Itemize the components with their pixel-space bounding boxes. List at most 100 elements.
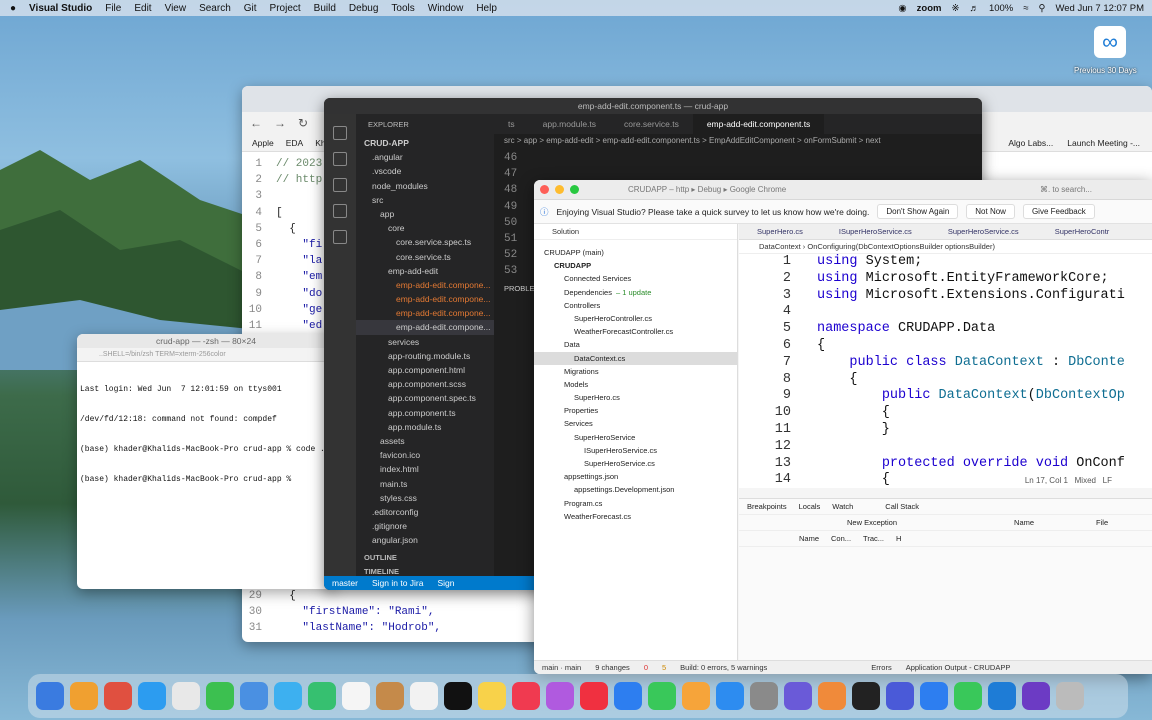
solution-item[interactable]: WeatherForecast.cs <box>534 510 737 523</box>
solution-item[interactable]: Models <box>534 378 737 391</box>
code-line[interactable]: 3 using Microsoft.Extensions.Configurati <box>739 288 1152 305</box>
solution-item[interactable]: Data <box>534 338 737 351</box>
explorer-item[interactable]: emp-add-edit.compone... <box>356 306 494 320</box>
menu-edit[interactable]: Edit <box>134 3 151 14</box>
dock-app-icon[interactable] <box>818 682 846 710</box>
bookmark-eda[interactable]: EDA <box>286 138 303 148</box>
dock-app-icon[interactable] <box>342 682 370 710</box>
warning-count[interactable]: 5 <box>662 663 666 672</box>
solution-item[interactable]: Controllers <box>534 299 737 312</box>
solution-item[interactable]: Connected Services <box>534 272 737 285</box>
explorer-item[interactable]: styles.css <box>356 491 494 505</box>
menu-view[interactable]: View <box>165 3 187 14</box>
explorer-item[interactable]: app.component.html <box>356 363 494 377</box>
apple-icon[interactable]: ● <box>10 3 16 14</box>
explorer-item[interactable]: app-routing.module.ts <box>356 349 494 363</box>
volume-icon[interactable]: ♬ <box>969 3 979 14</box>
cursor-position[interactable]: Ln 17, Col 1 <box>1025 476 1068 485</box>
dock-app-icon[interactable] <box>1022 682 1050 710</box>
code-line[interactable]: 8 { <box>739 372 1152 389</box>
code-line[interactable]: 1 using System; <box>739 254 1152 271</box>
code-line[interactable]: 6{ <box>739 338 1152 355</box>
visual-studio-window[interactable]: CRUDAPP – http ▸ Debug ▸ Google Chrome ⌘… <box>534 180 1152 674</box>
jira-signin[interactable]: Sign in to Jira <box>372 578 424 588</box>
explorer-item[interactable]: angular.json <box>356 533 494 547</box>
explorer-item[interactable]: .gitignore <box>356 519 494 533</box>
explorer-item[interactable]: app.component.spec.ts <box>356 391 494 405</box>
branch-status[interactable]: master <box>332 578 358 588</box>
battery-level[interactable]: 100% <box>989 3 1013 14</box>
solution-item[interactable]: SuperHeroController.cs <box>534 312 737 325</box>
outline-section[interactable]: OUTLINE <box>364 553 397 562</box>
bookmark-launch-meeting[interactable]: Launch Meeting -... <box>1067 138 1140 148</box>
dock-app-icon[interactable] <box>954 682 982 710</box>
error-count[interactable]: 0 <box>644 663 648 672</box>
zoom-button[interactable] <box>570 185 579 194</box>
back-icon[interactable]: ← <box>250 116 262 130</box>
solution-item[interactable]: ISuperHeroService.cs <box>534 444 737 457</box>
dock-app-icon[interactable] <box>546 682 574 710</box>
menu-window[interactable]: Window <box>428 3 464 14</box>
tab-isuperheroservice[interactable]: ISuperHeroService.cs <box>821 227 930 236</box>
call-stack-tab[interactable]: Call Stack <box>885 502 919 511</box>
solution-item[interactable]: appsettings.json <box>534 470 737 483</box>
breadcrumb[interactable]: src > app > emp-add-edit > emp-add-edit.… <box>494 134 982 148</box>
update-badge[interactable]: – 1 update <box>616 288 651 297</box>
indent-mode[interactable]: Mixed <box>1075 476 1096 485</box>
dock-app-icon[interactable] <box>444 682 472 710</box>
solution-item[interactable]: Dependencies – 1 update <box>534 286 737 299</box>
explorer-icon[interactable] <box>333 126 347 140</box>
app-output-button[interactable]: Application Output - CRUDAPP <box>906 663 1011 672</box>
dock-app-icon[interactable] <box>138 682 166 710</box>
explorer-item[interactable]: app <box>356 207 494 221</box>
code-line[interactable]: 12 <box>739 439 1152 456</box>
tab-superheroservice[interactable]: SuperHeroService.cs <box>930 227 1037 236</box>
dock-app-icon[interactable] <box>886 682 914 710</box>
editor-breadcrumb[interactable]: DataContext › OnConfiguring(DbContextOpt… <box>739 240 1152 254</box>
dock-app-icon[interactable] <box>614 682 642 710</box>
terminal-window[interactable]: crud-app — -zsh — 80×24 ..SHELL=/bin/zsh… <box>77 334 335 589</box>
close-button[interactable] <box>540 185 549 194</box>
solution-item[interactable]: Services <box>534 417 737 430</box>
code-line[interactable]: 13 protected override void OnConf <box>739 456 1152 473</box>
code-line[interactable]: 5 namespace CRUDAPP.Data <box>739 321 1152 338</box>
dock-app-icon[interactable] <box>648 682 676 710</box>
dock-app-icon[interactable] <box>478 682 506 710</box>
solution-item[interactable]: SuperHeroService.cs <box>534 457 737 470</box>
vs-search[interactable]: ⌘. to search... <box>1040 180 1092 200</box>
explorer-item[interactable]: emp-add-edit <box>356 264 494 278</box>
search-icon[interactable] <box>333 152 347 166</box>
explorer-item[interactable]: core <box>356 221 494 235</box>
dock-app-icon[interactable] <box>206 682 234 710</box>
solution-item[interactable]: DataContext.cs <box>534 351 737 365</box>
dock-app-icon[interactable] <box>274 682 302 710</box>
code-line[interactable]: 4 <box>739 304 1152 321</box>
locals-tab[interactable]: Locals <box>799 502 821 511</box>
dock-app-icon[interactable] <box>240 682 268 710</box>
explorer-item[interactable]: app.component.ts <box>356 406 494 420</box>
solution-item[interactable]: Properties <box>534 404 737 417</box>
dock-app-icon[interactable] <box>512 682 540 710</box>
code-line[interactable]: 9 public DataContext(DbContextOp <box>739 388 1152 405</box>
forward-icon[interactable]: → <box>274 116 286 130</box>
solution-item[interactable]: SuperHeroService <box>534 431 737 444</box>
menu-debug[interactable]: Debug <box>349 3 378 14</box>
menu-project[interactable]: Project <box>270 3 301 14</box>
run-debug-icon[interactable] <box>333 204 347 218</box>
dock-app-icon[interactable] <box>1056 682 1084 710</box>
explorer-item[interactable]: emp-add-edit.compone... <box>356 292 494 306</box>
dock-app-icon[interactable] <box>580 682 608 710</box>
explorer-item[interactable]: app.component.scss <box>356 377 494 391</box>
menu-build[interactable]: Build <box>314 3 336 14</box>
breakpoints-tab[interactable]: Breakpoints <box>747 502 787 511</box>
tab-superherocontroller[interactable]: SuperHeroContr <box>1037 227 1128 236</box>
dock-app-icon[interactable] <box>308 682 336 710</box>
give-feedback-button[interactable]: Give Feedback <box>1022 204 1095 219</box>
solution-item[interactable]: Migrations <box>534 365 737 378</box>
dock-app-icon[interactable] <box>376 682 404 710</box>
explorer-item[interactable]: src <box>356 193 494 207</box>
dock-app-icon[interactable] <box>716 682 744 710</box>
bookmark-algo-labs[interactable]: Algo Labs... <box>1008 138 1053 148</box>
explorer-item[interactable]: main.ts <box>356 477 494 491</box>
explorer-item[interactable]: node_modules <box>356 179 494 193</box>
